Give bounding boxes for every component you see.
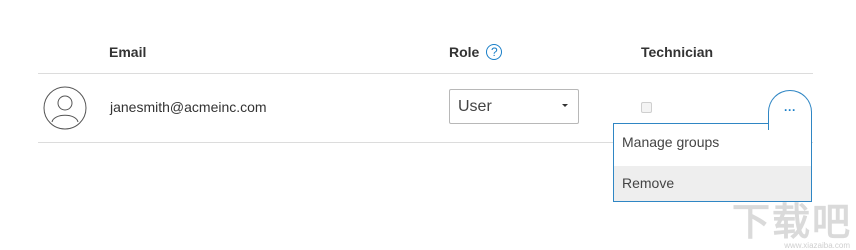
column-header-role: Role ? [449,43,503,61]
user-avatar-icon [43,86,87,130]
role-select[interactable]: User [449,89,579,124]
column-header-technician: Technician [641,44,714,60]
watermark-logo: 下载吧 [731,202,852,244]
chevron-down-icon [562,104,568,107]
header-divider [38,73,813,74]
more-actions-button[interactable]: ··· [768,90,812,130]
user-email: janesmith@acmeinc.com [110,99,267,115]
column-header-role-label: Role [449,44,480,60]
row-actions-menu: Manage groups Remove [613,123,812,202]
ellipsis-icon: ··· [784,102,796,117]
menu-item-manage-groups[interactable]: Manage groups [614,125,811,160]
question-circle-icon[interactable]: ? [486,44,503,60]
role-select-value: User [458,98,492,115]
menu-item-remove[interactable]: Remove [614,166,811,201]
technician-checkbox[interactable] [641,102,652,113]
watermark-url: www.xiazaiba.com [784,241,850,250]
column-header-email: Email [109,44,147,60]
